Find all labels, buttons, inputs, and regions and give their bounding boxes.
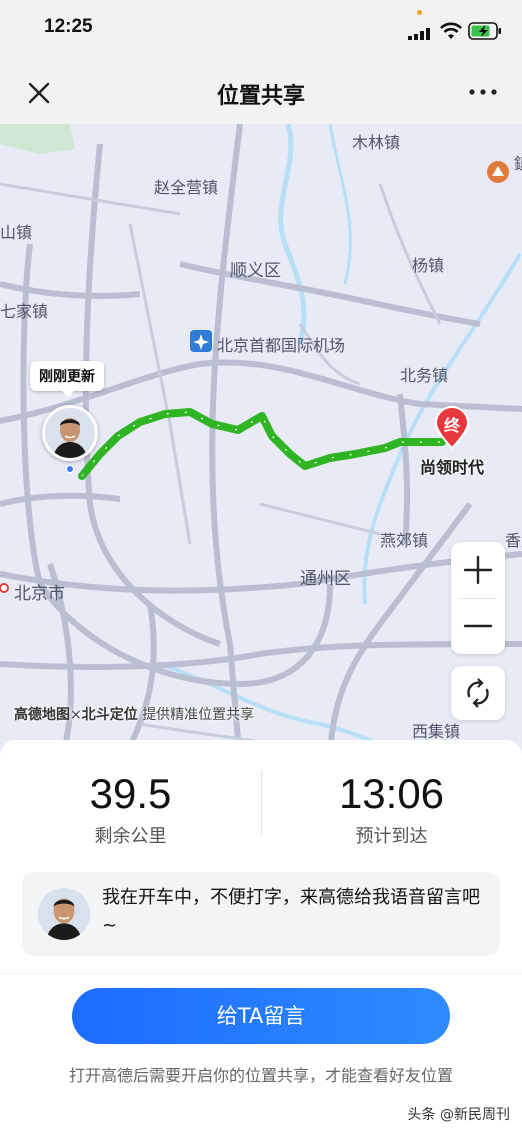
wifi-icon [440,22,462,39]
friend-location-avatar[interactable] [42,405,98,461]
page-title: 位置共享 [216,84,305,109]
hint-text: 打开高德后需要开启你的位置共享，才能查看好友位置 [68,1066,453,1085]
map-label-partial: 鎮 [514,150,522,174]
eta-label: 预计到达 [355,826,428,847]
map-label-zhaoquanying: 赵全营镇 [154,178,219,197]
map-label-mulin: 木林镇 [352,133,401,152]
sheet-divider [0,973,522,974]
battery-charging-icon [468,22,501,40]
eta-value: 13:06 [338,770,445,817]
map-label-xiang-partial: 香垡 [505,531,522,550]
recording-dot [417,10,422,15]
status-time: 12:25 [44,16,93,37]
message-card: 我在开车中，不便打字，来高德给我语音留言吧~ [22,872,500,956]
map-label-beijing: 北京市 [14,584,65,604]
leave-message-button[interactable]: 给TA留言 [72,988,450,1044]
map-label-yanjiao: 燕郊镇 [380,531,429,550]
update-status-bubble: 刚刚更新 [30,361,104,397]
message-text: 我在开车中，不便打字，来高德给我语音留言吧~ [102,887,480,936]
map-label-yanglin: 杨镇 [412,256,445,275]
map-label-beiwu: 北务镇 [400,366,449,385]
status-bar: 12:25 [0,0,522,60]
destination-label: 尚领时代 [420,458,485,477]
map-view[interactable]: 木林镇 鎮 赵全营镇 山镇 顺义区 杨镇 七家镇 北京首都国际机场 北务镇 燕郊… [0,124,522,764]
avatar-image [45,408,95,458]
zoom-control [451,542,505,654]
map-label-shan: 山镇 [0,223,33,242]
location-share-page: 12:25 位置共享 木林镇 赵全营镇 山镇 顺义区 杨镇 七家镇 北京首都国际… [0,0,522,1133]
bottom-sheet: 39.5 剩余公里 13:06 预计到达 我在开车中，不便打字，来高德给我语音留… [0,740,522,1133]
avatar [38,888,90,940]
attribution-text: 提供精准位置共享 [142,707,255,723]
distance-stat: 39.5 剩余公里 [0,770,261,848]
beidou-logo: 北斗定位 [81,707,138,723]
zoom-in-button[interactable] [451,542,505,598]
watermark: 头条 @新民周刊 [407,1107,510,1123]
attribution-times: × [70,707,82,723]
route-line [78,408,446,480]
map-label-airport: 北京首都国际机场 [217,336,346,355]
refresh-location-button[interactable] [451,666,505,720]
map-label-qijia: 七家镇 [0,302,49,321]
map-label-shunyi: 顺义区 [230,261,281,281]
more-options-button[interactable] [468,86,498,98]
destination-marker[interactable]: 终 [434,406,470,454]
destination-marker-text: 终 [443,416,460,435]
current-location-dot [66,465,74,473]
airport-icon [190,330,212,352]
distance-value: 39.5 [89,770,172,817]
map-label-tongzhou: 通州区 [300,569,351,589]
map-label-xiji: 西集镇 [412,722,461,741]
distance-label: 剩余公里 [94,826,167,847]
map-attribution: 高德地图×北斗定位 提供精准位置共享 [14,704,254,724]
eta-stat: 13:06 预计到达 [261,770,522,848]
zoom-out-button[interactable] [451,598,505,654]
nav-bar: 位置共享 [0,60,522,124]
cellular-signal-icon [408,28,430,40]
poi-icon [487,161,509,183]
amap-logo: 高德地图 [14,707,70,723]
